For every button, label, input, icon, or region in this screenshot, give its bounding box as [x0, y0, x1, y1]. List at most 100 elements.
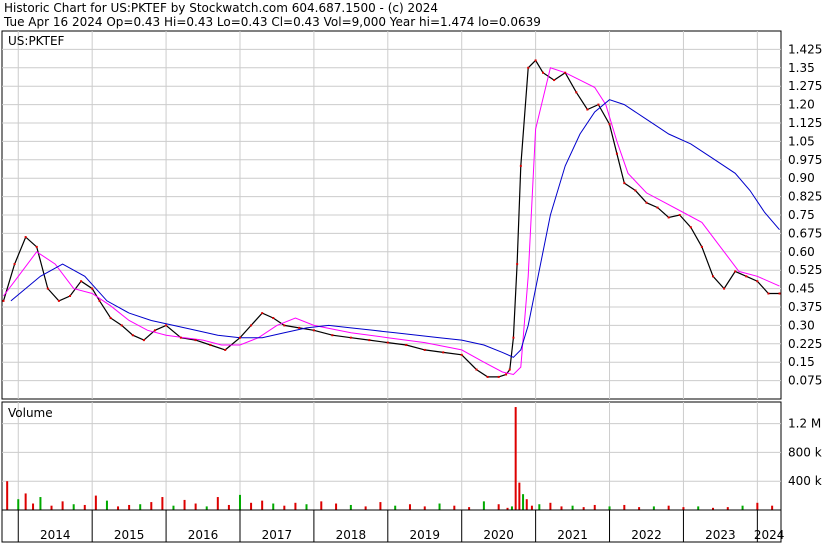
price-tick-label: 0.225 [788, 337, 822, 351]
price-close-mark [68, 294, 71, 297]
price-close-mark [734, 270, 737, 273]
price-close-mark [331, 334, 334, 337]
volume-bar [150, 502, 153, 510]
volume-bar [205, 506, 208, 510]
price-close-mark [575, 91, 578, 94]
volume-bar [335, 503, 338, 510]
price-panel: 1.425 1.35 1.275 1.20 1.125 1.05 0.975 0.90 0.82… [1, 30, 822, 400]
price-close-mark [153, 329, 156, 332]
volume-tick-label: 800 k [788, 445, 822, 459]
year-label: 2022 [631, 528, 662, 542]
volume-bar [61, 501, 64, 510]
price-close-mark [597, 103, 600, 106]
price-close-mark [527, 66, 530, 69]
volume-bar [50, 505, 53, 510]
volume-bar [771, 505, 774, 510]
price-close-mark [349, 336, 352, 339]
price-tick-label: 0.45 [788, 282, 815, 296]
price-close-mark [645, 201, 648, 204]
price-close-mark [534, 59, 537, 62]
volume-bar [105, 500, 108, 510]
volume-bar [183, 499, 186, 510]
price-tick-label: 1.425 [788, 42, 822, 56]
volume-bar [571, 505, 574, 510]
price-tick-label: 0.375 [788, 300, 822, 314]
price-tick-label: 0.15 [788, 355, 815, 369]
price-close-mark [261, 312, 264, 315]
volume-bar [497, 504, 500, 510]
year-label: 2018 [336, 528, 367, 542]
year-label: 2016 [188, 528, 219, 542]
volume-bar [320, 501, 323, 510]
price-close-mark [586, 108, 589, 111]
volume-ticks: 1.2 M 800 k 400 k [788, 417, 822, 489]
price-tick-label: 0.675 [788, 226, 822, 240]
price-close-mark [553, 79, 556, 82]
volume-bar [6, 481, 9, 510]
volume-bar [72, 504, 75, 510]
price-close-mark [623, 182, 626, 185]
price-close-mark [505, 373, 508, 376]
price-close-mark [179, 336, 182, 339]
price-close-mark [497, 375, 500, 378]
price-close-mark [368, 339, 371, 342]
price-close-mark [460, 353, 463, 356]
volume-bar [364, 506, 367, 510]
volume-bar [438, 503, 441, 510]
price-close-mark [778, 292, 781, 295]
price-close-mark [442, 351, 445, 354]
year-axis: 2014 2015 2016 2017 2018 2019 2020 2021 2022 2023… [1, 509, 784, 543]
volume-bar [32, 503, 35, 510]
price-tick-label: 0.825 [788, 190, 822, 204]
volume-bar [530, 505, 533, 510]
price-close-mark [700, 245, 703, 248]
price-close-mark [57, 299, 60, 302]
volume-bar [514, 407, 517, 510]
price-close-mark [142, 339, 145, 342]
price-tick-label: 0.60 [788, 245, 815, 259]
year-label: 2015 [114, 528, 145, 542]
volume-bar [117, 506, 120, 510]
price-close-mark [678, 214, 681, 216]
volume-bar [538, 504, 541, 510]
volume-chart-title: Volume [8, 406, 53, 420]
volume-bar [593, 504, 596, 510]
price-tick-label: 0.30 [788, 318, 815, 332]
volume-bar [510, 506, 513, 510]
price-tick-label: 1.05 [788, 134, 815, 148]
price-tick-label: 0.525 [788, 263, 822, 277]
price-close-mark [250, 324, 253, 327]
volume-bar [261, 500, 264, 510]
price-chart-title: US:PKTEF [8, 34, 65, 48]
volume-tick-label: 1.2 M [788, 417, 821, 431]
volume-bar [549, 502, 552, 510]
volume-bar [453, 505, 456, 510]
price-tick-label: 0.90 [788, 171, 815, 185]
volume-bar [272, 503, 275, 510]
price-close-mark [224, 348, 227, 351]
price-close-mark [194, 339, 197, 342]
volume-panel: 1.2 M 800 k 400 k Volume [1, 401, 822, 511]
year-label: 2021 [557, 528, 588, 542]
price-close-mark [634, 189, 637, 192]
volume-bar [172, 505, 175, 510]
price-close-mark [209, 344, 212, 347]
price-grid [2, 31, 781, 399]
stock-chart: 1.425 1.35 1.275 1.20 1.125 1.05 0.975 0.90 0.82… [1, 30, 822, 543]
volume-bar [194, 503, 197, 510]
price-close-mark [608, 123, 611, 126]
price-close-mark [564, 71, 567, 74]
price-close-mark [109, 317, 112, 320]
price-close-mark [238, 336, 241, 339]
volume-bar [17, 499, 20, 510]
volume-tick-label: 400 k [788, 474, 822, 488]
price-tick-label: 0.075 [788, 374, 822, 388]
volume-bar [283, 505, 286, 510]
volume-bar [623, 504, 626, 510]
price-close-mark [386, 341, 389, 344]
price-tick-label: 1.275 [788, 79, 822, 93]
volume-bar [83, 504, 86, 510]
price-close-mark [512, 336, 515, 339]
price-close-mark [272, 317, 275, 320]
price-close-mark [120, 324, 123, 327]
